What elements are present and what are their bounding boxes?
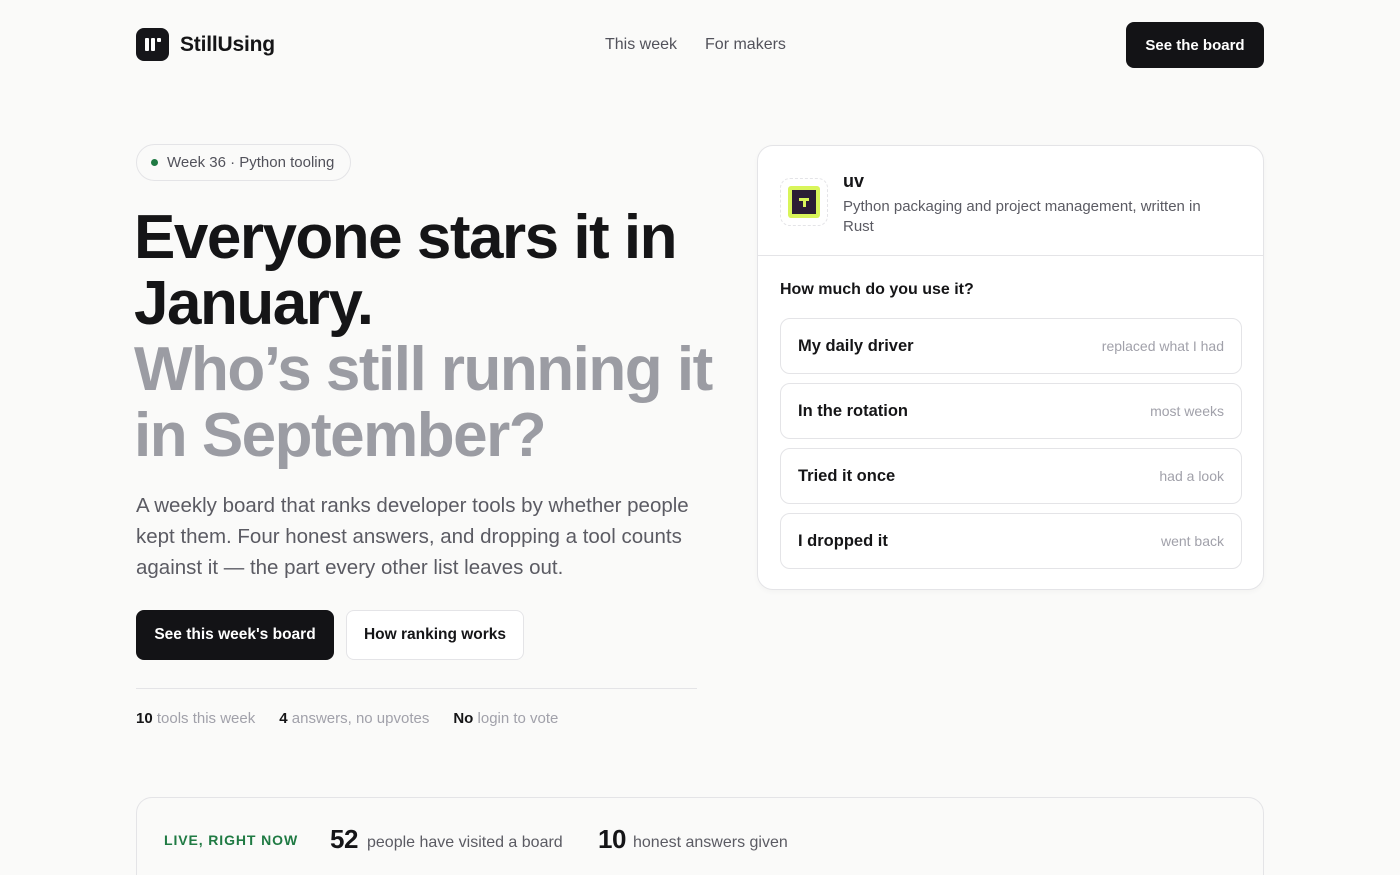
vote-options: My daily driver replaced what I had In t… [780, 318, 1242, 578]
stillusing-logo-icon [136, 28, 169, 61]
visitors-label: people have visited a board [367, 834, 563, 851]
status-dot-icon [151, 159, 158, 166]
hero-headline: Everyone stars it in January. Who’s stil… [134, 205, 734, 469]
stat-value: No [453, 710, 474, 727]
site-header: StillUsing This week For makers See the … [136, 22, 1264, 68]
tool-description: Python packaging and project management,… [843, 198, 1201, 235]
option-hint: replaced what I had [1101, 338, 1224, 354]
stat-label: answers, no upvotes [291, 710, 430, 727]
option-label: My daily driver [798, 336, 914, 355]
option-hint: went back [1160, 533, 1224, 549]
option-label: In the rotation [798, 401, 908, 420]
stat-value: 10 [136, 710, 153, 727]
option-in-rotation[interactable]: In the rotation most weeks [780, 383, 1242, 439]
main-nav: This week For makers [605, 36, 786, 54]
nav-for-makers[interactable]: For makers [705, 36, 786, 54]
nav-this-week[interactable]: This week [605, 36, 677, 54]
how-ranking-works-button[interactable]: How ranking works [346, 610, 524, 660]
stat-value: 4 [279, 710, 288, 727]
option-label: I dropped it [798, 531, 888, 550]
stat-login: No login to vote [453, 710, 558, 727]
live-stats-panel: LIVE, RIGHT NOW 52 people have visited a… [136, 797, 1264, 875]
tool-name: uv [843, 171, 865, 191]
hero-description: A weekly board that ranks developer tool… [136, 494, 689, 579]
stat-answers: 4 answers, no upvotes [279, 710, 429, 727]
option-daily-driver[interactable]: My daily driver replaced what I had [780, 318, 1242, 374]
option-dropped[interactable]: I dropped it went back [780, 513, 1242, 569]
uv-logo-icon [780, 178, 828, 226]
answers-count: 10 [598, 824, 626, 854]
option-label: Tried it once [798, 466, 896, 485]
visitors-count: 52 [330, 824, 358, 854]
headline-secondary: Who’s still running it in September? [134, 335, 713, 470]
week-badge-label: Week 36 · Python tooling [167, 154, 335, 171]
vote-card: uv Python packaging and project manageme… [757, 145, 1264, 590]
see-this-weeks-board-button[interactable]: See this week's board [136, 610, 334, 660]
option-hint: had a look [1159, 468, 1224, 484]
week-badge: Week 36 · Python tooling [136, 144, 351, 181]
hero-stats: 10 tools this week 4 answers, no upvotes… [136, 710, 558, 727]
see-the-board-button[interactable]: See the board [1126, 22, 1264, 68]
brand[interactable]: StillUsing [136, 28, 275, 61]
answers-label: honest answers given [633, 834, 788, 851]
stat-label: login to vote [477, 710, 559, 727]
live-tag: LIVE, RIGHT NOW [164, 832, 299, 848]
divider [136, 688, 697, 689]
stat-tools: 10 tools this week [136, 710, 255, 727]
brand-name: StillUsing [180, 32, 275, 56]
stat-label: tools this week [156, 710, 256, 727]
option-tried-once[interactable]: Tried it once had a look [780, 448, 1242, 504]
option-hint: most weeks [1150, 403, 1224, 419]
vote-question: How much do you use it? [780, 281, 974, 298]
headline-primary: Everyone stars it in January. [134, 203, 678, 338]
tool-header: uv Python packaging and project manageme… [758, 146, 1263, 256]
